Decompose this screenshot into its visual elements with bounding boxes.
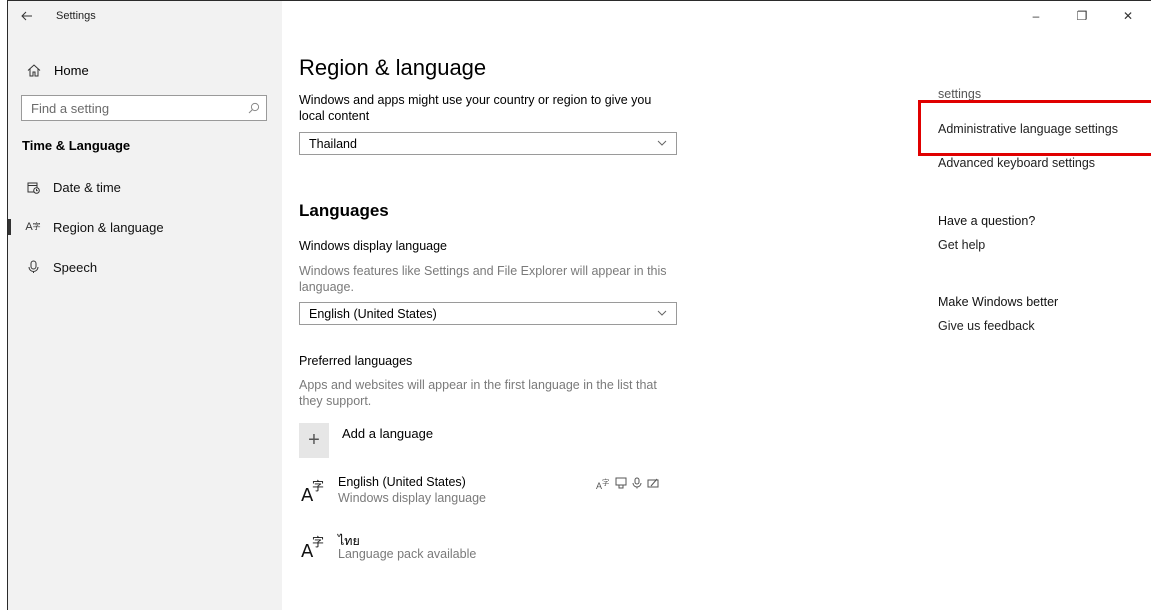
section-heading: Time & Language [22,138,131,153]
language-name: English (United States) [338,475,466,489]
sidebar-item-region-language[interactable]: A字 Region & language [8,210,282,244]
close-button[interactable]: ✕ [1105,1,1151,31]
give-feedback-link[interactable]: Give us feedback [938,319,1035,333]
search-input[interactable] [22,97,242,119]
related-settings-link[interactable]: settings [938,87,981,101]
sidebar: Settings Home Time & Language Date & tim… [8,1,282,610]
sidebar-item-label: Speech [53,259,98,275]
language-status: Language pack available [338,547,477,561]
chevron-down-icon [657,308,667,319]
search-box[interactable] [21,95,267,121]
plus-icon: + [299,423,329,458]
display-language-description: Windows features like Settings and File … [299,264,667,294]
microphone-icon [632,477,642,492]
sidebar-item-speech[interactable]: Speech [8,250,282,284]
highlight-box [918,100,1151,156]
language-status: Windows display language [338,491,487,505]
chevron-down-icon [657,138,667,149]
nav-home[interactable]: Home [8,56,282,84]
restore-button[interactable]: ❐ [1059,1,1105,31]
languages-heading: Languages [299,201,389,220]
text-to-speech-icon [615,477,627,492]
sidebar-item-date-time[interactable]: Date & time [8,170,282,204]
region-description: Windows and apps might use your country … [299,93,652,123]
add-language-button[interactable]: + Add a language [299,423,433,458]
feedback-heading: Make Windows better [938,295,1059,309]
arrow-left-icon [21,11,32,21]
display-language-dropdown[interactable]: English (United States) [299,302,677,325]
nav-home-label: Home [54,62,89,78]
settings-window: Settings Home Time & Language Date & tim… [7,0,1151,610]
microphone-icon [25,260,41,274]
sidebar-item-label: Date & time [53,179,121,195]
svg-text:字: 字 [312,478,324,493]
language-icon: A字 [299,475,329,506]
sidebar-item-label: Region & language [53,219,164,235]
titlebar: Settings [8,1,282,31]
language-features: A字 [596,477,659,492]
display-language-label: Windows display language [299,239,448,253]
get-help-link[interactable]: Get help [938,238,985,252]
window-controls: – ❐ ✕ [1013,1,1151,31]
page-title: Region & language [299,55,487,80]
preferred-languages-description: Apps and websites will appear in the fir… [299,378,657,408]
language-list-item[interactable]: A字 ไทย Language pack available [299,531,699,571]
question-heading: Have a question? [938,214,1036,228]
back-button[interactable] [12,1,42,31]
calendar-clock-icon [25,181,41,194]
app-title: Settings [56,10,96,22]
search-icon[interactable] [242,102,266,114]
region-value: Thailand [309,136,357,151]
language-list-item[interactable]: A字 English (United States) Windows displ… [299,475,699,515]
svg-text:字: 字 [312,534,324,549]
add-language-label: Add a language [342,426,434,441]
display-language-feature-icon: A字 [596,478,610,491]
preferred-languages-label: Preferred languages [299,354,413,368]
region-dropdown[interactable]: Thailand [299,132,677,155]
advanced-keyboard-settings-link[interactable]: Advanced keyboard settings [938,156,1095,170]
language-icon: A字 [299,531,329,562]
handwriting-icon [647,477,659,492]
minimize-button[interactable]: – [1013,1,1059,31]
language-icon: A字 [25,221,41,233]
display-language-value: English (United States) [309,306,437,321]
home-icon [26,63,42,77]
